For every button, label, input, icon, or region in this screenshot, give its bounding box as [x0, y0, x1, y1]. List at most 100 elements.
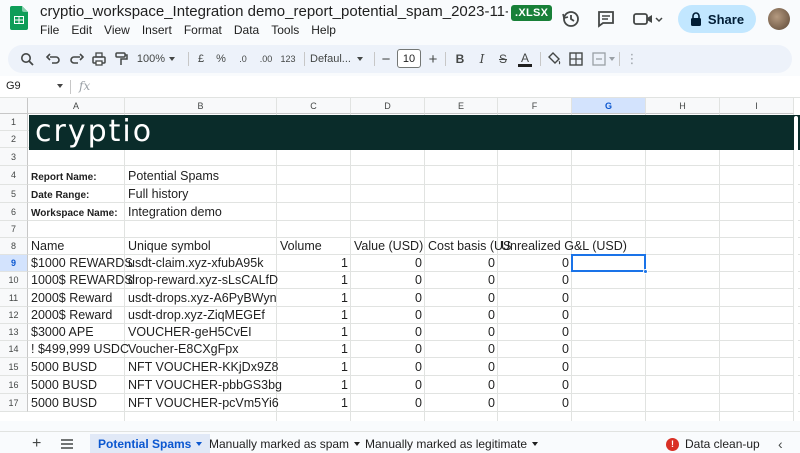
row-header-6[interactable]: 6 [0, 203, 28, 221]
table-cell[interactable]: 1 [280, 376, 351, 394]
table-cell[interactable]: drop-reward.xyz-sLsCALfD [128, 272, 278, 289]
table-header-cell[interactable]: Volume [280, 238, 351, 255]
table-cell[interactable]: 0 [354, 341, 425, 358]
table-cell[interactable]: 0 [428, 376, 498, 394]
vertical-scrollbar[interactable] [794, 116, 799, 416]
table-cell[interactable]: 0 [428, 394, 498, 412]
table-cell[interactable]: 0 [501, 307, 572, 324]
font-size-input[interactable]: 10 [397, 49, 421, 68]
table-cell[interactable]: 0 [501, 289, 572, 307]
column-header-c[interactable]: C [277, 98, 351, 114]
table-cell[interactable]: 1 [280, 289, 351, 307]
report-meta-value[interactable]: Potential Spams [128, 166, 277, 185]
column-header-e[interactable]: E [425, 98, 498, 114]
add-sheet-button[interactable]: + [32, 434, 41, 453]
bold-icon[interactable]: B [452, 49, 468, 69]
table-cell[interactable]: 5000 BUSD [31, 358, 125, 376]
name-box[interactable]: G9 [6, 80, 21, 92]
chevron-down-icon[interactable] [57, 84, 63, 88]
report-meta-label[interactable]: Workspace Name: [31, 203, 125, 221]
table-header-cell[interactable]: Name [31, 238, 125, 255]
table-cell[interactable]: 0 [428, 255, 498, 272]
table-cell[interactable]: 1 [280, 272, 351, 289]
table-cell[interactable]: 0 [428, 289, 498, 307]
table-cell[interactable]: $1000 REWARDS [31, 255, 133, 272]
text-color-icon[interactable]: A [516, 49, 534, 69]
table-cell[interactable]: 0 [501, 255, 572, 272]
row-header-3[interactable]: 3 [0, 148, 28, 166]
table-cell[interactable]: 0 [428, 272, 498, 289]
column-header-a[interactable]: A [28, 98, 125, 114]
report-meta-value[interactable]: Integration demo [128, 203, 277, 221]
row-header-2[interactable]: 2 [0, 131, 28, 148]
data-cleanup-button[interactable]: ! Data clean-up [666, 434, 760, 453]
table-cell[interactable]: ! $499,999 USDC [31, 341, 129, 358]
column-header-g[interactable]: G [572, 98, 646, 114]
tab-manually-marked-as-spam[interactable]: Manually marked as spam [209, 434, 361, 453]
table-cell[interactable]: usdt-drops.xyz-A6PyBWyn [128, 289, 277, 307]
sheets-logo-icon[interactable] [10, 6, 28, 30]
row-header-17[interactable]: 17 [0, 394, 28, 412]
table-cell[interactable]: VOUCHER-geH5CvEI [128, 324, 277, 341]
table-cell[interactable]: 2000$ Reward [31, 289, 125, 307]
table-cell[interactable]: 0 [501, 394, 572, 412]
undo-icon[interactable] [44, 49, 62, 69]
fill-handle[interactable] [643, 269, 648, 274]
avatar[interactable] [768, 8, 790, 30]
report-meta-label[interactable]: Report Name: [31, 166, 125, 185]
table-cell[interactable]: 1 [280, 255, 351, 272]
row-header-11[interactable]: 11 [0, 289, 28, 307]
table-cell[interactable]: 0 [354, 376, 425, 394]
table-header-cell[interactable]: Unrealized G&L (USD) [501, 238, 627, 255]
document-title[interactable]: cryptio_workspace_Integration demo_repor… [40, 3, 508, 20]
table-cell[interactable]: 1 [280, 324, 351, 341]
table-cell[interactable]: 0 [501, 341, 572, 358]
menu-file[interactable]: File [40, 23, 65, 37]
table-cell[interactable]: NFT VOUCHER-pbbGS3bg [128, 376, 282, 394]
menu-insert[interactable]: Insert [142, 23, 178, 37]
row-header-13[interactable]: 13 [0, 324, 28, 341]
menu-data[interactable]: Data [234, 23, 265, 37]
row-header-14[interactable]: 14 [0, 341, 28, 358]
currency-format-button[interactable]: £ [194, 49, 208, 69]
zoom-select[interactable]: 100% [134, 49, 178, 69]
italic-icon[interactable]: I [474, 49, 490, 69]
increase-decimal-button[interactable]: .00 [256, 49, 276, 69]
select-all-corner[interactable] [0, 98, 28, 114]
share-button[interactable]: Share [678, 5, 756, 33]
column-header-h[interactable]: H [646, 98, 720, 114]
borders-icon[interactable] [567, 49, 585, 69]
table-cell[interactable]: 0 [354, 358, 425, 376]
number-format-button[interactable]: 123 [279, 49, 297, 69]
row-header-10[interactable]: 10 [0, 272, 28, 289]
table-cell[interactable]: 1 [280, 341, 351, 358]
table-cell[interactable]: usdt-claim.xyz-xfubA95k [128, 255, 277, 272]
table-cell[interactable]: 1 [280, 358, 351, 376]
table-cell[interactable]: 1 [280, 307, 351, 324]
row-header-5[interactable]: 5 [0, 185, 28, 203]
paint-format-icon[interactable] [112, 49, 130, 69]
table-cell[interactable]: 0 [428, 341, 498, 358]
fill-color-icon[interactable] [545, 49, 563, 69]
selected-cell-g9[interactable] [571, 254, 646, 272]
table-cell[interactable]: 5000 BUSD [31, 394, 125, 412]
menu-format[interactable]: Format [184, 23, 228, 37]
decrease-font-size-button[interactable]: − [379, 49, 393, 69]
table-cell[interactable]: 2000$ Reward [31, 307, 125, 324]
table-cell[interactable]: 0 [354, 255, 425, 272]
table-cell[interactable]: 0 [354, 289, 425, 307]
percent-format-button[interactable]: % [214, 49, 228, 69]
column-header-d[interactable]: D [351, 98, 425, 114]
tab-manually-marked-as-legitimate[interactable]: Manually marked as legitimate [365, 434, 539, 453]
menu-help[interactable]: Help [311, 23, 342, 37]
row-header-1[interactable]: 1 [0, 114, 28, 131]
table-cell[interactable]: 0 [501, 272, 572, 289]
row-header-4[interactable]: 4 [0, 166, 28, 185]
strikethrough-icon[interactable]: S [495, 49, 511, 69]
table-cell[interactable]: 0 [428, 324, 498, 341]
more-options-icon[interactable]: ⋮ [624, 49, 640, 69]
table-cell[interactable]: 0 [428, 358, 498, 376]
menu-tools[interactable]: Tools [271, 23, 305, 37]
all-sheets-icon[interactable] [60, 434, 74, 453]
table-cell[interactable]: 0 [354, 307, 425, 324]
